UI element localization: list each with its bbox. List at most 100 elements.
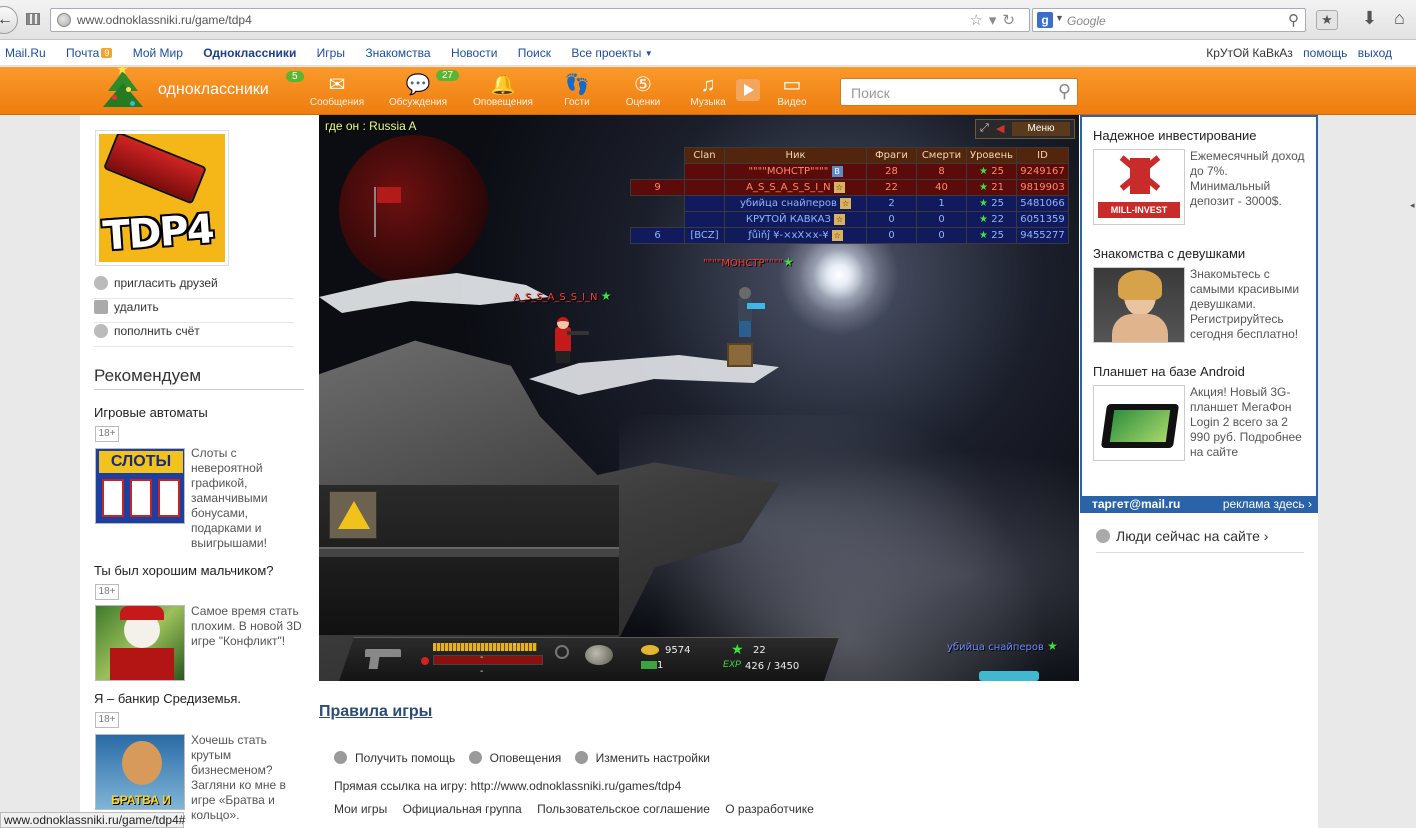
recommend-title: Рекомендуем <box>94 366 304 390</box>
portal-mailru-link[interactable]: Mail.Ru <box>5 46 46 60</box>
nav-guests[interactable]: 👣 Гости <box>547 73 607 109</box>
download-icon[interactable]: ⬇ <box>1362 8 1377 29</box>
back-button[interactable]: ← <box>0 6 18 34</box>
invite-friends-link[interactable]: пригласить друзей <box>94 276 294 299</box>
christmas-tree-icon: ★ <box>98 61 148 115</box>
address-bar[interactable]: www.odnoklassniki.ru/game/tdp4 ☆▾↻ <box>50 8 1030 32</box>
bookmarks-icon[interactable]: ★ <box>1316 10 1338 30</box>
portal-search-link[interactable]: Поиск <box>518 46 551 60</box>
rec-text-bratva[interactable]: Хочешь стать крутым бизнесменом? Загляни… <box>191 733 307 823</box>
advertise-here-link[interactable]: реклама здесь › <box>1223 497 1312 511</box>
chevron-down-icon[interactable]: ▼ <box>1055 13 1064 23</box>
about-developer-link[interactable]: О разработчике <box>725 802 814 816</box>
portal-news-link[interactable]: Новости <box>451 46 497 60</box>
status-bar-url: www.odnoklassniki.ru/game/tdp4# <box>0 812 185 828</box>
nav-video[interactable]: ▭ Видео <box>762 73 822 109</box>
player-name-tag-text: убийца снайперов <box>947 642 1044 653</box>
apps-grid-icon[interactable] <box>26 13 40 25</box>
target-mail-logo[interactable]: таргет@mail.ru <box>1092 497 1180 511</box>
game-canvas[interactable]: где он : Russia A ⤢ ◀ Меню Clan Ник Фраг… <box>319 115 1079 681</box>
url-text[interactable]: www.odnoklassniki.ru/game/tdp4 <box>77 13 252 27</box>
nav-messages-label: Сообщения <box>309 97 365 108</box>
site-search-input[interactable]: Поиск ⚲ <box>840 78 1078 106</box>
volume-icon[interactable]: ◀ <box>996 122 1004 135</box>
home-icon[interactable]: ⌂ <box>1394 8 1405 29</box>
get-help-label[interactable]: Получить помощь <box>355 751 455 765</box>
ad-text-tablet[interactable]: Акция! Новый 3G-планшет МегаФон Login 2 … <box>1190 385 1308 460</box>
rec-thumb-santa[interactable] <box>95 605 185 681</box>
game-rules-link[interactable]: Правила игры <box>319 703 432 721</box>
username[interactable]: КрУтОй КаВкАз <box>1206 46 1293 60</box>
address-bar-actions[interactable]: ☆▾↻ <box>969 11 1021 29</box>
search-icon[interactable]: ⚲ <box>1058 81 1071 102</box>
notifications-link[interactable]: Оповещения <box>468 751 562 765</box>
scoreboard-deaths: 0 <box>916 227 967 244</box>
browser-search-box[interactable]: g ▼ Google ⚲ <box>1032 8 1306 32</box>
ad-thumb-invest[interactable]: MILL-INVEST <box>1093 149 1185 225</box>
site-logo[interactable]: одноклассники <box>158 81 269 99</box>
people-online-label[interactable]: Люди сейчас на сайте › <box>1116 528 1268 544</box>
game-logo[interactable]: TDP4 <box>95 130 229 266</box>
rec-thumb-bratva[interactable]: БРАТВА И <box>95 734 185 810</box>
browser-toolbar: ← www.odnoklassniki.ru/game/tdp4 ☆▾↻ g ▼… <box>0 0 1416 40</box>
scoreboard-id: 9249167 <box>1016 163 1069 180</box>
google-icon[interactable]: g <box>1037 12 1053 28</box>
ad-title-invest[interactable]: Надежное инвестирование <box>1093 128 1257 143</box>
coins-icon <box>641 645 659 655</box>
scoreboard-row: 6 [BCZ] ƒůìňĵ ¥-×xX×x-¥ ☆ 0 0 ★ 25 94552… <box>630 227 1069 244</box>
moon <box>799 235 879 315</box>
scoreboard-header-cell: Фраги <box>866 147 917 164</box>
invite-friends-label[interactable]: пригласить друзей <box>114 276 218 290</box>
rec-text-conflict[interactable]: Самое время стать плохим. В новой 3D игр… <box>191 604 307 649</box>
direct-game-link[interactable]: Прямая ссылка на игру: http://www.odnokl… <box>334 779 681 793</box>
ad-text-dating[interactable]: Знакомьтесь с самыми красивыми девушками… <box>1190 267 1308 342</box>
play-icon[interactable] <box>736 79 760 101</box>
top-up-balance-label[interactable]: пополнить счёт <box>114 324 200 338</box>
scrollbar-arrow-icon[interactable]: ◂ <box>1410 200 1416 210</box>
nav-notifications[interactable]: 🔔 Оповещения <box>473 73 533 109</box>
delete-link[interactable]: удалить <box>94 300 294 323</box>
portal-all-projects-label[interactable]: Все проекты <box>571 46 641 60</box>
rec-title-slots[interactable]: Игровые автоматы <box>94 405 208 420</box>
ad-title-dating[interactable]: Знакомства с девушками <box>1093 246 1245 261</box>
fullscreen-icon[interactable]: ⤢ <box>980 122 989 135</box>
logout-link[interactable]: выход <box>1358 46 1392 60</box>
portal-myworld-link[interactable]: Мой Мир <box>133 46 183 60</box>
change-settings-label[interactable]: Изменить настройки <box>596 751 710 765</box>
portal-mail-label[interactable]: Почта <box>66 46 99 60</box>
portal-games-link[interactable]: Игры <box>317 46 345 60</box>
official-group-link[interactable]: Официальная группа <box>403 802 522 816</box>
menu-button[interactable]: Меню <box>1012 122 1070 136</box>
change-settings-link[interactable]: Изменить настройки <box>574 751 710 765</box>
my-games-link[interactable]: Мои игры <box>334 802 387 816</box>
portal-dating-link[interactable]: Знакомства <box>365 46 430 60</box>
ad-title-tablet[interactable]: Планшет на базе Android <box>1093 364 1245 379</box>
rec-title-conflict[interactable]: Ты был хорошим мальчиком? <box>94 563 274 578</box>
rec-text-slots[interactable]: Слоты с невероятной графикой, заманчивым… <box>191 446 307 551</box>
game-menu[interactable]: ⤢ ◀ Меню <box>975 119 1075 139</box>
portal-mail-link[interactable]: Почта 9 <box>66 46 113 60</box>
delete-label[interactable]: удалить <box>114 300 159 314</box>
nav-messages[interactable]: ✉ Сообщения <box>307 73 367 109</box>
rec-thumb-slots[interactable]: СЛОТЫ <box>95 448 185 524</box>
top-up-balance-link[interactable]: пополнить счёт <box>94 324 294 347</box>
nav-music[interactable]: ♫ Музыка <box>678 73 738 109</box>
portal-odnoklassniki-link[interactable]: Одноклассники <box>203 46 296 60</box>
ad-thumb-tablet[interactable] <box>1093 385 1185 461</box>
bell-icon: 🔔 <box>490 74 516 96</box>
notifications-label[interactable]: Оповещения <box>490 751 562 765</box>
gear-icon <box>574 751 588 764</box>
woman-hair <box>1118 270 1162 300</box>
scoreboard-frags: 22 <box>866 179 917 196</box>
ad-text-invest[interactable]: Ежемесячный доход до 7%. Минимальный деп… <box>1190 149 1308 209</box>
rec-title-banker[interactable]: Я – банкир Средиземья. <box>94 691 241 706</box>
get-help-link[interactable]: Получить помощь <box>334 751 455 765</box>
search-icon[interactable]: ⚲ <box>1288 11 1299 29</box>
user-agreement-link[interactable]: Пользовательское соглашение <box>537 802 710 816</box>
people-online-link[interactable]: Люди сейчас на сайте › <box>1096 528 1304 553</box>
ad-thumb-dating[interactable] <box>1093 267 1185 343</box>
mail-count-badge: 9 <box>101 48 113 58</box>
help-link[interactable]: помощь <box>1303 46 1347 60</box>
portal-all-projects-link[interactable]: Все проекты ▼ <box>571 46 652 60</box>
nav-ratings[interactable]: ⑤ Оценки <box>613 73 673 109</box>
